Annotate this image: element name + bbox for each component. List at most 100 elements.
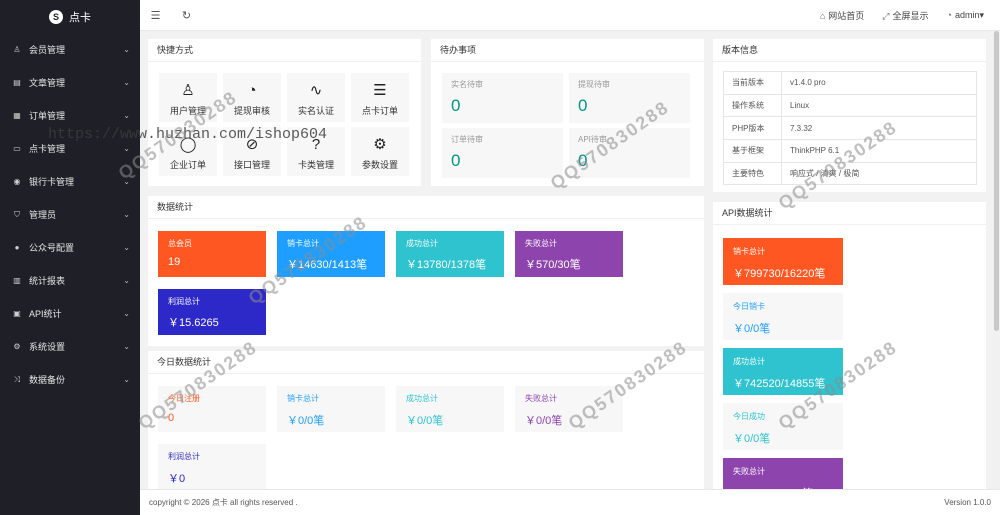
card-title: 今日数据统计 — [148, 351, 704, 374]
stat-value: ￥14630/1413笔 — [287, 259, 368, 271]
card-title: 快捷方式 — [148, 39, 421, 62]
sidebar-item-label: 数据备份 — [29, 375, 66, 385]
sidebar-item[interactable]: ▦ 订单管理 ⌄ — [0, 99, 140, 132]
shortcut-label: 提现审核 — [233, 106, 270, 116]
sidebar-item[interactable]: ◉ 银行卡管理 ⌄ — [0, 165, 140, 198]
chevron-down-icon: ⌄ — [123, 342, 130, 351]
chevron-down-icon: ⌄ — [123, 375, 130, 384]
chevron-down-icon: ⌄ — [123, 210, 130, 219]
caret-down-icon: ▾ — [979, 9, 984, 20]
stat-value: ￥742520/14855笔 — [733, 378, 826, 390]
shortcut-item[interactable]: ? 卡类管理 — [287, 127, 345, 176]
shortcut-item[interactable]: ♙ 用户管理 — [159, 73, 217, 122]
api-stat-tile: 成功总计 ￥742520/14855笔 — [723, 348, 843, 395]
todo-label: API待审 — [578, 135, 607, 144]
stack-icon: ☰ — [373, 82, 387, 99]
copyright-text: copyright © 2026 点卡 all rights reserved … — [149, 498, 298, 507]
today-stat-tile: 今日注册 0 — [158, 386, 266, 432]
chevron-down-icon: ⌄ — [123, 111, 130, 120]
version-value: 7.3.32 — [781, 116, 977, 141]
sidebar-item[interactable]: ● 公众号配置 ⌄ — [0, 231, 140, 264]
shortcut-item[interactable]: ◔ 提现审核 — [223, 73, 281, 122]
stat-label: 今日成功 — [733, 412, 765, 421]
sidebar-item-label: 银行卡管理 — [29, 177, 75, 187]
footer: copyright © 2026 点卡 all rights reserved … — [140, 489, 1000, 515]
stat-label: 今日注册 — [168, 394, 200, 403]
document-icon: ▤ — [13, 78, 21, 87]
chevron-down-icon: ⌄ — [123, 243, 130, 252]
gear-icon: ⚙ — [373, 136, 387, 153]
shortcut-item[interactable]: ⊘ 接口管理 — [223, 127, 281, 176]
home-icon: ⌂ — [819, 10, 826, 21]
todo-item[interactable]: 订单待审 0 — [442, 128, 563, 178]
sidebar-item-label: 系统设置 — [29, 342, 66, 352]
stat-label: 失败总计 — [733, 467, 765, 476]
chat-icon: ◯ — [179, 136, 197, 153]
shortcut-item[interactable]: ◯ 企业订单 — [159, 127, 217, 176]
todo-label: 实名待审 — [451, 80, 483, 89]
fullscreen-button[interactable]: ⤢ 全屏显示 — [882, 9, 928, 22]
sidebar-item[interactable]: ▥ 统计报表 ⌄ — [0, 264, 140, 297]
user-icon: ♙ — [181, 82, 195, 99]
stat-label: 成功总计 — [733, 357, 765, 366]
today-stat-tile: 销卡总计 ￥0/0笔 — [277, 386, 385, 432]
stat-tile: 失败总计 ￥570/30笔 — [515, 231, 623, 277]
version-card: 版本信息 当前版本 v1.4.0 pro 操作系统 Linux PHP版本 7.3.32 基… — [713, 39, 986, 192]
question-icon: ? — [311, 136, 321, 153]
sidebar: S 点卡 ♙ 会员管理 ⌄ ▤ 文章管理 ⌄ ▦ 订单管理 ⌄ ▭ 点卡管理 ⌄ ◉ 银行卡管理 ⌄ ⛉ 管理员… — [0, 0, 140, 515]
menu-toggle-icon[interactable]: ☰ — [140, 0, 171, 31]
version-value: v1.4.0 pro — [781, 71, 977, 95]
stat-label: 成功总计 — [406, 239, 438, 248]
todo-item[interactable]: 提现待审 0 — [569, 73, 690, 123]
sidebar-item[interactable]: ▤ 文章管理 ⌄ — [0, 66, 140, 99]
version-table: 当前版本 v1.4.0 pro 操作系统 Linux PHP版本 7.3.32 基于框架 Th… — [723, 71, 977, 186]
card-title: 数据统计 — [148, 196, 704, 219]
stat-value: ￥0/0笔 — [733, 433, 771, 445]
version-key: 当前版本 — [723, 71, 782, 95]
stat-value: ￥570/30笔 — [525, 259, 581, 271]
version-row: 主要特色 响应式 / 清爽 / 极简 — [723, 161, 977, 186]
logo-icon: S — [49, 9, 63, 24]
sidebar-item[interactable]: ▣ API统计 ⌄ — [0, 297, 140, 330]
stat-value: 0 — [168, 412, 175, 424]
chevron-down-icon: ⌄ — [123, 177, 130, 186]
stat-value: ￥0 — [168, 473, 186, 485]
backup-icon: ⤨ — [13, 374, 21, 384]
sidebar-item[interactable]: ▭ 点卡管理 ⌄ — [0, 132, 140, 165]
shortcut-item[interactable]: ⚙ 参数设置 — [351, 127, 409, 176]
stat-value: 19 — [168, 256, 181, 268]
scrollbar[interactable] — [993, 31, 1000, 495]
todo-item[interactable]: API待审 0 — [569, 128, 690, 178]
scrollbar-thumb[interactable] — [994, 31, 999, 331]
wechat-icon: ● — [14, 243, 20, 252]
site-home-link[interactable]: ⌂ 网站首页 — [820, 9, 864, 22]
sidebar-item[interactable]: ⤨ 数据备份 ⌄ — [0, 363, 140, 396]
todo-label: 订单待审 — [451, 135, 483, 144]
todo-value: 0 — [451, 151, 461, 170]
sidebar-item[interactable]: ♙ 会员管理 ⌄ — [0, 33, 140, 66]
user-menu[interactable]: ◔ admin▾ — [947, 10, 984, 21]
version-key: 操作系统 — [723, 93, 782, 118]
todo-value: 0 — [451, 96, 461, 115]
sidebar-item[interactable]: ⛉ 管理员 ⌄ — [0, 198, 140, 231]
api-stat-tile: 失败总计￥57210/1365笔 — [723, 458, 843, 492]
sidebar-item-label: 统计报表 — [29, 276, 66, 286]
card-title: 待办事项 — [431, 39, 704, 62]
sidebar-item[interactable]: ⚙ 系统设置 ⌄ — [0, 330, 140, 363]
stat-label: 利润总计 — [168, 452, 200, 461]
brand-logo[interactable]: S 点卡 — [0, 0, 140, 33]
refresh-icon[interactable]: ↻ — [171, 0, 202, 31]
chevron-down-icon: ⌄ — [123, 276, 130, 285]
version-value: Linux — [781, 93, 977, 118]
shortcut-item[interactable]: ∿ 实名认证 — [287, 73, 345, 122]
version-text: Version 1.0.0 — [944, 498, 991, 507]
todo-item[interactable]: 实名待审 0 — [442, 73, 563, 123]
quick-shortcuts-card: 快捷方式 ♙ 用户管理 ◔ 提现审核 ∿ 实名认证 ☰ 点卡订单 ◯ 企业订单 ⊘ 接口管理? 卡类管理… — [148, 39, 421, 186]
shortcut-item[interactable]: ☰ 点卡订单 — [351, 73, 409, 122]
todo-label: 提现待审 — [578, 80, 610, 89]
shortcut-label: 卡类管理 — [297, 160, 334, 170]
card-title: API数据统计 — [713, 202, 986, 225]
pulse-icon: ∿ — [309, 82, 323, 99]
todo-card: 待办事项 实名待审 0 提现待审 0 订单待审 0 API待审 0 — [431, 39, 704, 186]
speedometer-icon: ◔ — [247, 82, 257, 99]
